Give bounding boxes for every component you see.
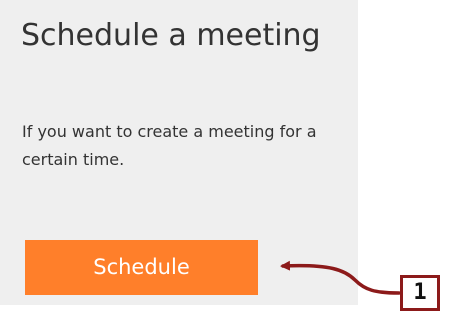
card-description: If you want to create a meeting for a ce…	[22, 122, 317, 169]
callout-number-badge: 1	[400, 275, 440, 311]
schedule-meeting-card: Schedule a meeting If you want to create…	[0, 0, 358, 305]
schedule-button[interactable]: Schedule	[25, 240, 258, 295]
card-title: Schedule a meeting	[21, 18, 321, 53]
